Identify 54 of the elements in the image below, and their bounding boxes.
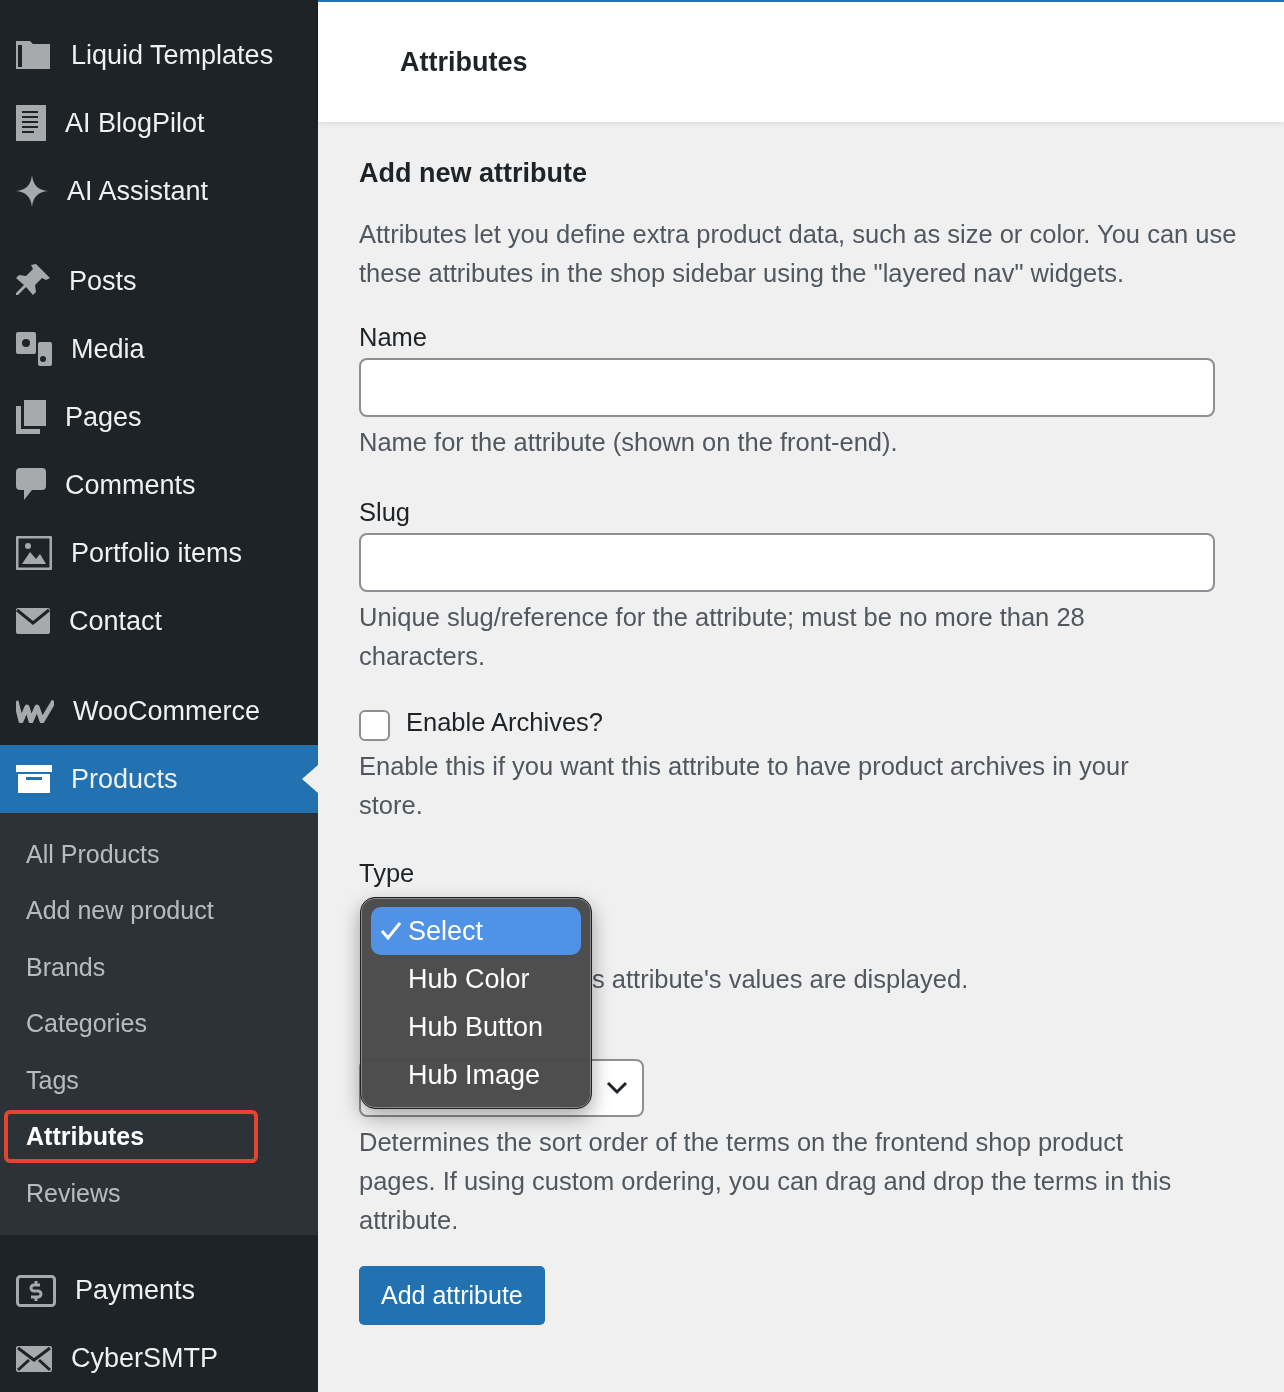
- sidebar-item[interactable]: Media: [0, 315, 318, 383]
- envelope-icon: [16, 608, 50, 634]
- sidebar-item[interactable]: CyberSMTP: [0, 1324, 318, 1392]
- checkmark-icon: [380, 921, 402, 941]
- name-field[interactable]: [359, 358, 1215, 417]
- field-label: Name: [359, 323, 429, 352]
- sidebar-item[interactable]: Liquid Templates: [0, 21, 318, 89]
- dropdown-option[interactable]: Hub Image: [371, 1051, 581, 1099]
- w-logo-icon: [16, 699, 54, 723]
- slug-field[interactable]: [359, 533, 1215, 592]
- sidebar-item[interactable]: WooCommerce: [0, 677, 318, 745]
- sidebar-item[interactable]: Portfolio items: [0, 519, 318, 587]
- document-icon: [16, 105, 46, 141]
- sidebar-item[interactable]: Products: [0, 745, 318, 813]
- field-label: Type: [359, 859, 416, 888]
- submenu-item[interactable]: Tags: [4, 1053, 99, 1107]
- page-title: Attributes: [400, 46, 528, 78]
- submenu-item[interactable]: Brands: [4, 940, 126, 994]
- hint-text: Unique slug/reference for the attribute; must be no more than 28 characters.: [359, 602, 1086, 672]
- dollar-icon: [16, 1274, 56, 1307]
- checkbox[interactable]: [359, 710, 390, 741]
- submenu-item[interactable]: Reviews: [4, 1166, 141, 1220]
- sidebar-item[interactable]: Pages: [0, 383, 318, 451]
- sidebar-item[interactable]: Posts: [0, 247, 318, 315]
- envelope-icon: [16, 1345, 52, 1372]
- field-label: Slug: [359, 498, 412, 527]
- intro-text: Attributes let you define extra product data, such as size or color. You can use these attributes in the shop sidebar using the "layered nav" widgets.: [359, 219, 1238, 289]
- speech-bubble-icon: [16, 468, 46, 502]
- pin-icon: [16, 264, 50, 298]
- submenu-item[interactable]: Add new product: [4, 884, 234, 938]
- hint-text: s attribute's values are displayed.: [592, 964, 969, 995]
- sparkle-icon: [16, 175, 48, 207]
- submenu-item[interactable]: Attributes: [4, 1110, 258, 1164]
- media-icon: [16, 332, 52, 366]
- submenu-item[interactable]: Categories: [4, 997, 167, 1051]
- sidebar-item[interactable]: AI Assistant: [0, 157, 318, 225]
- form-heading: Add new attribute: [359, 158, 588, 189]
- dropdown-option[interactable]: Hub Button: [371, 1003, 581, 1051]
- add-attribute-button[interactable]: Add attribute: [359, 1266, 545, 1325]
- chevron-down-icon: [606, 1081, 628, 1095]
- hint-text: Name for the attribute (shown on the front-end).: [359, 427, 899, 458]
- dropdown-option[interactable]: Hub Color: [371, 955, 581, 1003]
- pages-icon: [16, 400, 46, 434]
- sidebar-item[interactable]: Payments: [0, 1256, 318, 1325]
- hint-text: Determines the sort order of the terms on the frontend shop product pages. If using custom ordering, you can drag and drop the terms in this attribute.: [359, 1127, 1173, 1236]
- folder-icon: [16, 41, 52, 69]
- hint-text: Enable this if you want this attribute to have product archives in your store.: [359, 751, 1130, 821]
- image-icon: [16, 536, 52, 570]
- checkbox-label: Enable Archives?: [406, 708, 604, 737]
- sidebar-item[interactable]: Contact: [0, 587, 318, 655]
- sidebar-item[interactable]: Comments: [0, 451, 318, 519]
- store-icon: [16, 765, 52, 793]
- submenu-item[interactable]: All Products: [4, 827, 180, 881]
- sidebar-item[interactable]: AI BlogPilot: [0, 89, 318, 157]
